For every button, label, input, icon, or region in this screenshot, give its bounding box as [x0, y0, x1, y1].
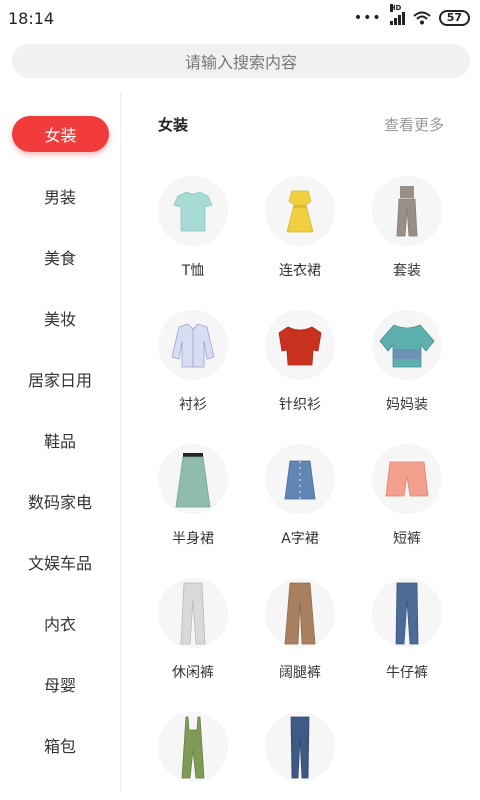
sidebar-item-beauty[interactable]: 美妆 [0, 298, 120, 338]
tshirt-icon [158, 176, 228, 246]
sidebar-item-home[interactable]: 居家日用 [0, 359, 120, 399]
wide-pants-icon [265, 578, 335, 648]
category-dress[interactable]: 连衣裙 [250, 176, 350, 296]
sidebar-item-label: 文娱车品 [27, 554, 92, 573]
category-jeans-2[interactable] [250, 712, 350, 800]
sidebar-item-label: 男装 [43, 188, 76, 207]
status-time: 18:14 [8, 8, 55, 28]
jeans-icon [265, 712, 335, 782]
status-bar: 18:14 ••• HD 57 [0, 0, 480, 36]
more-dots-icon: ••• [353, 10, 382, 26]
category-tshirt[interactable]: T恤 [143, 176, 243, 296]
category-label: 连衣裙 [279, 263, 321, 279]
sidebar-item-entertainment[interactable]: 文娱车品 [0, 542, 120, 582]
category-casual-pants[interactable]: 休闲裤 [143, 578, 243, 698]
sidebar-item-baby[interactable]: 母婴 [0, 664, 120, 704]
sidebar-item-men[interactable]: 男装 [0, 176, 120, 216]
category-mom-wear[interactable]: 妈妈装 [357, 310, 457, 430]
dress-icon [265, 176, 335, 246]
category-label: 牛仔裤 [386, 665, 428, 681]
sidebar-item-food[interactable]: 美食 [0, 237, 120, 277]
sidebar-item-shoes[interactable]: 鞋品 [0, 420, 120, 460]
category-label: 休闲裤 [172, 665, 214, 681]
sidebar-item-digital[interactable]: 数码家电 [0, 481, 120, 521]
sidebar-divider [120, 92, 121, 792]
view-more-link[interactable]: 查看更多 [384, 114, 444, 135]
signal-icon: HD [389, 4, 405, 25]
category-label: 针织衫 [279, 397, 321, 413]
category-label: 半身裙 [172, 531, 214, 547]
category-jumpsuit[interactable] [143, 712, 243, 800]
sidebar-item-label: 鞋品 [43, 432, 76, 451]
category-set[interactable]: 套装 [357, 176, 457, 296]
sidebar-item-label: 箱包 [43, 737, 76, 756]
sidebar-item-label: 居家日用 [27, 371, 92, 390]
category-label: 妈妈装 [386, 397, 428, 413]
category-label: 阔腿裤 [279, 665, 321, 681]
search-input[interactable]: 请输入搜索内容 [12, 44, 470, 78]
search-placeholder: 请输入搜索内容 [184, 53, 297, 72]
category-sidebar: 女装 男装 美食 美妆 居家日用 鞋品 数码家电 文娱车品 内衣 母婴 箱包 [0, 88, 120, 800]
shorts-icon [372, 444, 442, 514]
category-shorts[interactable]: 短裤 [357, 444, 457, 564]
sidebar-item-label: 女装 [44, 126, 77, 145]
wifi-icon [413, 11, 431, 25]
network-label: HD [389, 4, 402, 12]
pants-icon [158, 578, 228, 648]
skirt-icon [158, 444, 228, 514]
category-knitwear[interactable]: 针织衫 [250, 310, 350, 430]
category-jeans[interactable]: 牛仔裤 [357, 578, 457, 698]
category-label: 套装 [393, 263, 421, 279]
sidebar-item-label: 数码家电 [27, 493, 92, 512]
shirt-icon [158, 310, 228, 380]
knit-icon [265, 310, 335, 380]
blouse-icon [372, 310, 442, 380]
category-a-line-skirt[interactable]: A字裙 [250, 444, 350, 564]
sidebar-item-label: 美食 [43, 249, 76, 268]
jeans-icon [372, 578, 442, 648]
category-label: 短裤 [393, 531, 421, 547]
section-title: 女装 [158, 116, 189, 134]
sidebar-item-women[interactable]: 女装 [12, 116, 109, 152]
category-wide-leg-pants[interactable]: 阔腿裤 [250, 578, 350, 698]
category-label: 衬衫 [179, 397, 207, 413]
category-label: T恤 [181, 263, 205, 279]
category-label: A字裙 [281, 531, 319, 547]
sidebar-item-label: 母婴 [43, 676, 76, 695]
sidebar-item-bags[interactable]: 箱包 [0, 725, 120, 765]
category-shirt[interactable]: 衬衫 [143, 310, 243, 430]
aline-skirt-icon [265, 444, 335, 514]
category-skirt[interactable]: 半身裙 [143, 444, 243, 564]
jumpsuit-icon [158, 712, 228, 782]
sidebar-item-label: 美妆 [43, 310, 76, 329]
set-icon [372, 176, 442, 246]
sidebar-item-label: 内衣 [43, 615, 76, 634]
sidebar-item-underwear[interactable]: 内衣 [0, 603, 120, 643]
status-icons: ••• HD 57 [353, 4, 470, 26]
battery-icon: 57 [438, 10, 470, 26]
